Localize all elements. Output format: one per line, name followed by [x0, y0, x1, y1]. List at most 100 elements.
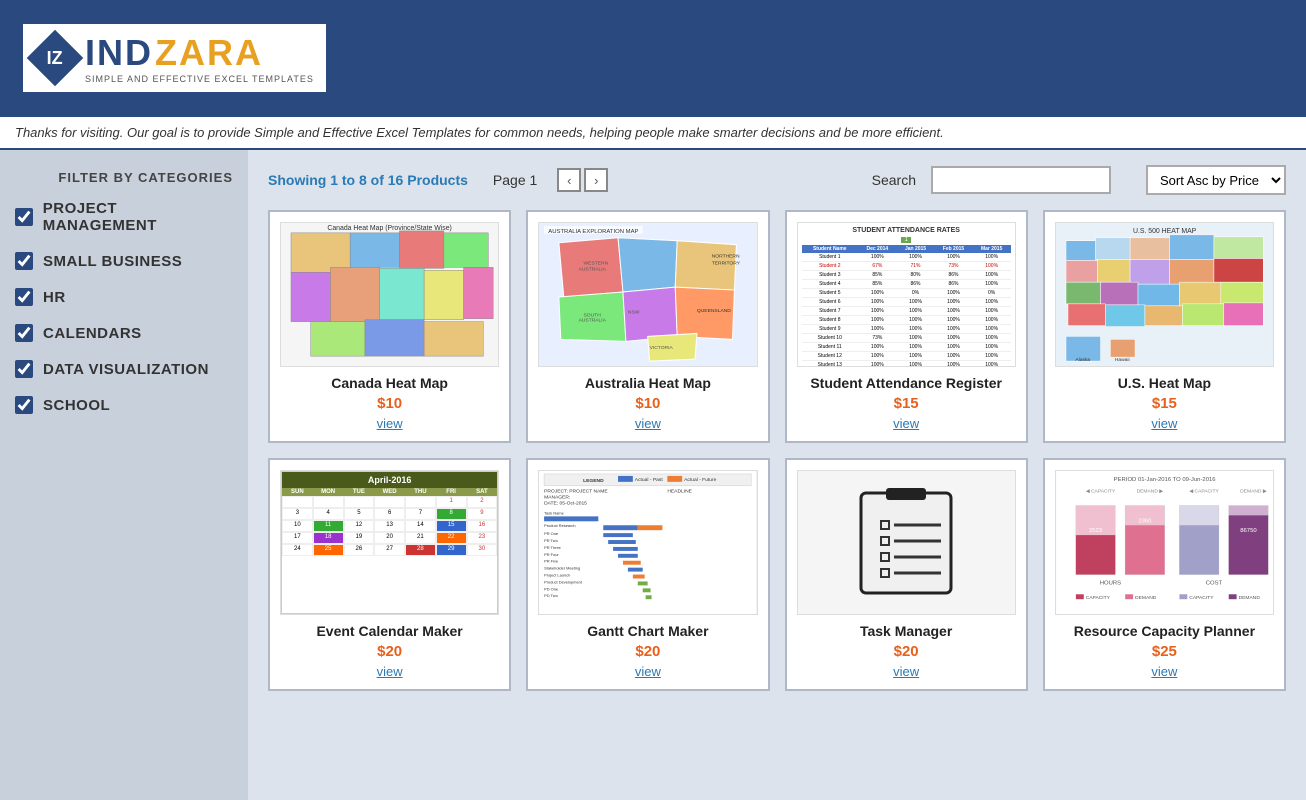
svg-text:PR Two: PR Two	[544, 538, 559, 543]
sidebar-categories: PROJECT MANAGEMENT SMALL BUSINESS HR CALEND…	[15, 200, 233, 414]
svg-text:DEMAND ▶: DEMAND ▶	[1240, 489, 1267, 495]
product-view-resource-capacity[interactable]: view	[1151, 664, 1177, 679]
checkbox-data-visualization[interactable]	[15, 360, 33, 378]
sort-select[interactable]: Sort Asc by Price	[1146, 165, 1286, 195]
sidebar-label-data-visualization: DATA VISUALIZATION	[43, 361, 209, 378]
product-price-student-attendance: $15	[894, 395, 919, 412]
prev-page-button[interactable]: ‹	[557, 168, 581, 192]
svg-text:PROJECT: PROJECT NAME: PROJECT: PROJECT NAME	[544, 489, 608, 495]
product-card-task-manager: Task Manager $20 view	[785, 458, 1028, 691]
svg-text:DEMAND: DEMAND	[1135, 595, 1157, 601]
svg-text:Actual - Future: Actual - Future	[684, 477, 717, 483]
svg-text:Product Research: Product Research	[544, 523, 576, 528]
product-view-student-attendance[interactable]: view	[893, 416, 919, 431]
checkbox-hr[interactable]	[15, 288, 33, 306]
product-price-task-manager: $20	[894, 643, 919, 660]
svg-text:PD One: PD One	[544, 586, 559, 591]
checkbox-school[interactable]	[15, 396, 33, 414]
svg-text:WESTERN: WESTERN	[584, 260, 609, 266]
svg-text:NORTHERN: NORTHERN	[712, 254, 740, 260]
product-image-canada-heat-map: Canada Heat Map (Province/State Wise)	[280, 222, 499, 367]
sidebar-label-small-business: SMALL BUSINESS	[43, 253, 182, 270]
svg-text:AUSTRALIA EXPLORATION MAP: AUSTRALIA EXPLORATION MAP	[549, 229, 639, 235]
banner-text: Thanks for visiting. Our goal is to prov…	[15, 125, 944, 140]
svg-text:DATE: 05-Oct-2015: DATE: 05-Oct-2015	[544, 501, 587, 507]
svg-text:Hawaii: Hawaii	[1115, 357, 1130, 363]
product-image-task-manager	[797, 470, 1016, 615]
checkbox-small-business[interactable]	[15, 252, 33, 270]
toolbar: Showing 1 to 8 of 16 Products Page 1 ‹ ›…	[268, 165, 1286, 195]
sidebar-label-project-management: PROJECT MANAGEMENT	[43, 200, 233, 234]
svg-text:Project Launch: Project Launch	[544, 573, 570, 578]
product-image-event-calendar: April-2016 SUNMONTUEWEDTHUFRISAT12345678…	[280, 470, 499, 615]
search-label: Search	[872, 172, 916, 188]
product-name-event-calendar: Event Calendar Maker	[316, 623, 462, 639]
product-view-australia-heat-map[interactable]: view	[635, 416, 661, 431]
product-image-resource-capacity: PERIOD 01-Jan-2016 TO 09-Jun-2016 ◀ CAPA…	[1055, 470, 1274, 615]
logo-zara: ZARA	[155, 32, 263, 74]
svg-text:PR Three: PR Three	[544, 545, 562, 550]
svg-text:86750: 86750	[1240, 528, 1257, 534]
svg-text:◀ CAPACITY: ◀ CAPACITY	[1086, 489, 1116, 495]
sidebar-item-school[interactable]: SCHOOL	[15, 396, 233, 414]
product-card-resource-capacity: PERIOD 01-Jan-2016 TO 09-Jun-2016 ◀ CAPA…	[1043, 458, 1286, 691]
product-card-gantt-chart: LEGEND Actual - Past Actual - Future PRO…	[526, 458, 769, 691]
product-grid: Canada Heat Map (Province/State Wise) Ca…	[268, 210, 1286, 691]
svg-text:TERRITORY: TERRITORY	[712, 260, 741, 266]
product-card-event-calendar: April-2016 SUNMONTUEWEDTHUFRISAT12345678…	[268, 458, 511, 691]
svg-text:PERIOD 01-Jan-2016 TO 09-Ju: PERIOD 01-Jan-2016 TO 09-Jun-2016	[1113, 477, 1216, 483]
product-image-student-attendance: STUDENT ATTENDANCE RATES 1 Student NameD…	[797, 222, 1016, 367]
sidebar-label-hr: HR	[43, 289, 66, 306]
product-card-australia-heat-map: AUSTRALIA EXPLORATION MAP NORTHERN TERRI…	[526, 210, 769, 443]
svg-text:AUSTRALIA: AUSTRALIA	[579, 318, 607, 324]
svg-text:◀ CAPACITY: ◀ CAPACITY	[1189, 489, 1219, 495]
product-price-us-heat-map: $15	[1152, 395, 1177, 412]
checkbox-calendars[interactable]	[15, 324, 33, 342]
logo-ind: IND	[85, 32, 153, 74]
product-view-canada-heat-map[interactable]: view	[377, 416, 403, 431]
svg-text:PD Two: PD Two	[544, 593, 559, 598]
svg-text:CAPACITY: CAPACITY	[1189, 595, 1214, 601]
product-price-canada-heat-map: $10	[377, 395, 402, 412]
product-name-australia-heat-map: Australia Heat Map	[585, 375, 711, 391]
header: IZ IND ZARA SIMPLE AND EFFECTIVE EXCEL T…	[0, 0, 1306, 115]
svg-text:HEADLINE: HEADLINE	[668, 489, 693, 495]
next-page-button[interactable]: ›	[584, 168, 608, 192]
svg-text:Product Development: Product Development	[544, 579, 583, 584]
sidebar-item-calendars[interactable]: CALENDARS	[15, 324, 233, 342]
banner: Thanks for visiting. Our goal is to prov…	[0, 115, 1306, 150]
logo-diamond: IZ	[27, 29, 84, 86]
search-input[interactable]	[931, 166, 1111, 194]
svg-text:U.S. 500 HEAT MAP: U.S. 500 HEAT MAP	[1133, 228, 1197, 235]
svg-text:HOURS: HOURS	[1099, 580, 1120, 586]
product-view-event-calendar[interactable]: view	[377, 664, 403, 679]
product-name-us-heat-map: U.S. Heat Map	[1118, 375, 1211, 391]
sidebar-item-data-visualization[interactable]: DATA VISUALIZATION	[15, 360, 233, 378]
showing-text: Showing 1 to 8 of 16 Products	[268, 172, 468, 188]
svg-text:Alaska: Alaska	[1075, 357, 1090, 363]
product-name-student-attendance: Student Attendance Register	[810, 375, 1002, 391]
svg-text:QUEENSLAND: QUEENSLAND	[697, 308, 731, 314]
sidebar-label-school: SCHOOL	[43, 397, 110, 414]
filter-title: FILTER BY CATEGORIES	[15, 170, 233, 185]
product-view-task-manager[interactable]: view	[893, 664, 919, 679]
checkbox-project-management[interactable]	[15, 208, 33, 226]
svg-text:LEGEND: LEGEND	[583, 478, 604, 484]
sidebar-item-hr[interactable]: HR	[15, 288, 233, 306]
svg-text:2523: 2523	[1089, 528, 1103, 534]
svg-text:Canada Heat Map (Province/Stat: Canada Heat Map (Province/State Wise)	[327, 225, 451, 232]
svg-text:VICTORIA: VICTORIA	[650, 345, 674, 351]
svg-text:MANAGER:: MANAGER:	[544, 495, 570, 501]
svg-text:AUSTRALIA: AUSTRALIA	[579, 266, 607, 272]
svg-text:PR Four: PR Four	[544, 552, 559, 557]
product-name-task-manager: Task Manager	[860, 623, 952, 639]
sidebar-item-small-business[interactable]: SMALL BUSINESS	[15, 252, 233, 270]
page-label: Page 1	[493, 172, 537, 188]
product-view-gantt-chart[interactable]: view	[635, 664, 661, 679]
product-view-us-heat-map[interactable]: view	[1151, 416, 1177, 431]
main-layout: FILTER BY CATEGORIES PROJECT MANAGEMENT S…	[0, 150, 1306, 800]
svg-text:Task Name: Task Name	[544, 510, 565, 515]
svg-text:Actual - Past: Actual - Past	[635, 477, 664, 483]
sidebar-item-project-management[interactable]: PROJECT MANAGEMENT	[15, 200, 233, 234]
page-navigation: ‹ ›	[557, 168, 608, 192]
